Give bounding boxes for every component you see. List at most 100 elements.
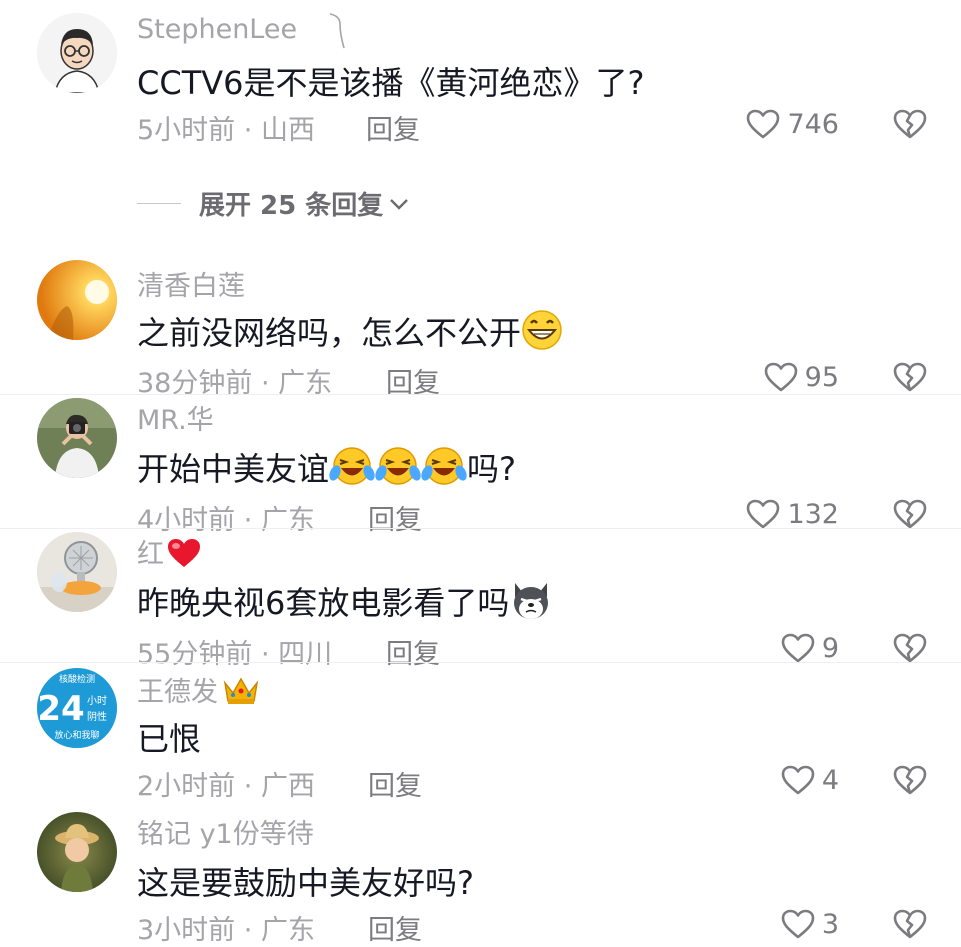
comment-text: 开始中美友谊 吗? bbox=[137, 444, 516, 490]
dislike-button[interactable] bbox=[892, 632, 928, 664]
avatar[interactable]: 核酸检测 24 小时 阴性 放心和我聊 bbox=[37, 668, 117, 748]
avatar-caption-top: 核酸检测 bbox=[59, 673, 95, 685]
dislike-button[interactable] bbox=[892, 764, 928, 796]
like-count: 746 bbox=[787, 108, 839, 140]
heart-icon bbox=[781, 633, 815, 663]
avatar[interactable] bbox=[37, 260, 117, 340]
heart-icon bbox=[781, 909, 815, 939]
like-button[interactable]: 132 bbox=[745, 498, 839, 530]
comment-location: 广东 bbox=[260, 505, 315, 536]
dog-emoji-icon bbox=[514, 583, 549, 619]
divider bbox=[0, 662, 961, 663]
comment-text-body: 之前没网络吗，怎么不公开 bbox=[137, 314, 522, 352]
comment-time: 2小时前 bbox=[137, 771, 236, 802]
comment-time: 5小时前 bbox=[137, 115, 236, 146]
like-button[interactable]: 3 bbox=[780, 908, 839, 940]
meta-separator: · bbox=[260, 639, 270, 670]
heart-icon bbox=[747, 109, 780, 139]
like-button[interactable]: 4 bbox=[780, 764, 839, 796]
meta-separator: · bbox=[243, 505, 253, 536]
dislike-button[interactable] bbox=[892, 498, 928, 530]
comment-location: 广西 bbox=[260, 771, 315, 802]
comment-location: 山西 bbox=[260, 115, 315, 146]
comment-text: CCTV6是不是该播《黄河绝恋》了? bbox=[137, 64, 645, 102]
comment-time: 3小时前 bbox=[137, 915, 236, 946]
username[interactable]: 王德发 bbox=[137, 670, 260, 709]
laughing-crying-emoji-icon bbox=[329, 447, 375, 485]
comment-location: 广东 bbox=[260, 915, 315, 946]
like-count: 3 bbox=[821, 908, 839, 940]
avatar[interactable] bbox=[37, 812, 117, 892]
comment-meta: 2小时前 · 广西 bbox=[137, 764, 315, 803]
like-count: 132 bbox=[787, 498, 839, 530]
username[interactable]: 清香白莲 bbox=[137, 264, 245, 303]
avatar-number: 24 bbox=[37, 689, 84, 729]
comment-text: 昨晚央视6套放电影看了吗 bbox=[137, 578, 553, 624]
broken-heart-icon bbox=[893, 362, 927, 392]
username-text: 王德发 bbox=[137, 677, 218, 708]
avatar[interactable] bbox=[37, 398, 117, 478]
avatar-image: 核酸检测 24 小时 阴性 放心和我聊 bbox=[37, 668, 117, 748]
red-heart-emoji-icon bbox=[168, 539, 200, 567]
divider bbox=[137, 203, 181, 204]
avatar-unit: 小时 bbox=[87, 695, 107, 707]
avatar[interactable] bbox=[37, 13, 117, 93]
author-badge-icon bbox=[329, 13, 345, 49]
username[interactable]: 红 bbox=[137, 532, 202, 571]
meta-separator: · bbox=[243, 915, 253, 946]
dislike-button[interactable] bbox=[892, 908, 928, 940]
comment-meta: 55分钟前 · 四川 bbox=[137, 632, 332, 671]
comment-meta: 5小时前 · 山西 bbox=[137, 108, 315, 147]
dislike-button[interactable] bbox=[892, 361, 928, 393]
reply-button[interactable]: 回复 bbox=[368, 764, 422, 803]
like-button[interactable]: 95 bbox=[763, 361, 839, 393]
reply-button[interactable]: 回复 bbox=[366, 108, 420, 147]
avatar-result: 阴性 bbox=[87, 710, 107, 723]
comment-meta: 3小时前 · 广东 bbox=[137, 908, 315, 947]
avatar-image bbox=[37, 260, 117, 340]
comment-text-suffix: 吗? bbox=[467, 450, 517, 488]
broken-heart-icon bbox=[893, 499, 927, 529]
like-count: 95 bbox=[804, 361, 839, 393]
broken-heart-icon bbox=[893, 909, 927, 939]
heart-icon bbox=[747, 499, 780, 529]
comment-text-body: 昨晚央视6套放电影看了吗 bbox=[137, 584, 510, 622]
comment-time: 55分钟前 bbox=[137, 639, 253, 670]
heart-icon bbox=[764, 362, 797, 392]
dislike-button[interactable] bbox=[892, 108, 928, 140]
chevron-down-icon bbox=[390, 198, 409, 210]
like-button[interactable]: 746 bbox=[745, 108, 839, 140]
broken-heart-icon bbox=[893, 633, 927, 663]
grin-emoji-icon bbox=[522, 310, 562, 350]
avatar-image bbox=[37, 398, 117, 478]
broken-heart-icon bbox=[893, 109, 927, 139]
like-count: 9 bbox=[821, 632, 839, 664]
avatar[interactable] bbox=[37, 532, 117, 612]
laughing-crying-emoji-icon bbox=[421, 447, 467, 485]
comment-text: 已恨 bbox=[137, 720, 202, 758]
username[interactable]: StephenLee bbox=[137, 14, 297, 45]
crown-emoji-icon bbox=[223, 677, 259, 704]
comment-text: 之前没网络吗，怎么不公开 bbox=[137, 308, 563, 354]
avatar-image bbox=[37, 13, 117, 93]
avatar-image bbox=[37, 532, 117, 612]
reply-button[interactable]: 回复 bbox=[368, 498, 422, 537]
comment-location: 四川 bbox=[278, 639, 333, 670]
like-button[interactable]: 9 bbox=[780, 632, 839, 664]
comment-text: 这是要鼓励中美友好吗? bbox=[137, 864, 474, 902]
avatar-caption-bottom: 放心和我聊 bbox=[54, 729, 99, 741]
expand-replies-label: 展开 25 条回复 bbox=[199, 191, 384, 221]
comment-text-body: 开始中美友谊 bbox=[137, 450, 330, 488]
reply-button[interactable]: 回复 bbox=[386, 632, 440, 671]
like-count: 4 bbox=[821, 764, 839, 796]
broken-heart-icon bbox=[893, 765, 927, 795]
reply-button[interactable]: 回复 bbox=[368, 908, 422, 947]
username[interactable]: 铭记 y1份等待 bbox=[137, 812, 314, 851]
username[interactable]: MR.华 bbox=[137, 398, 214, 437]
divider bbox=[0, 528, 961, 529]
username-text: 红 bbox=[137, 539, 164, 570]
heart-icon bbox=[781, 765, 815, 795]
expand-replies-button[interactable]: 展开 25 条回复 bbox=[137, 185, 411, 222]
avatar-image bbox=[37, 812, 117, 892]
meta-separator: · bbox=[243, 771, 253, 802]
